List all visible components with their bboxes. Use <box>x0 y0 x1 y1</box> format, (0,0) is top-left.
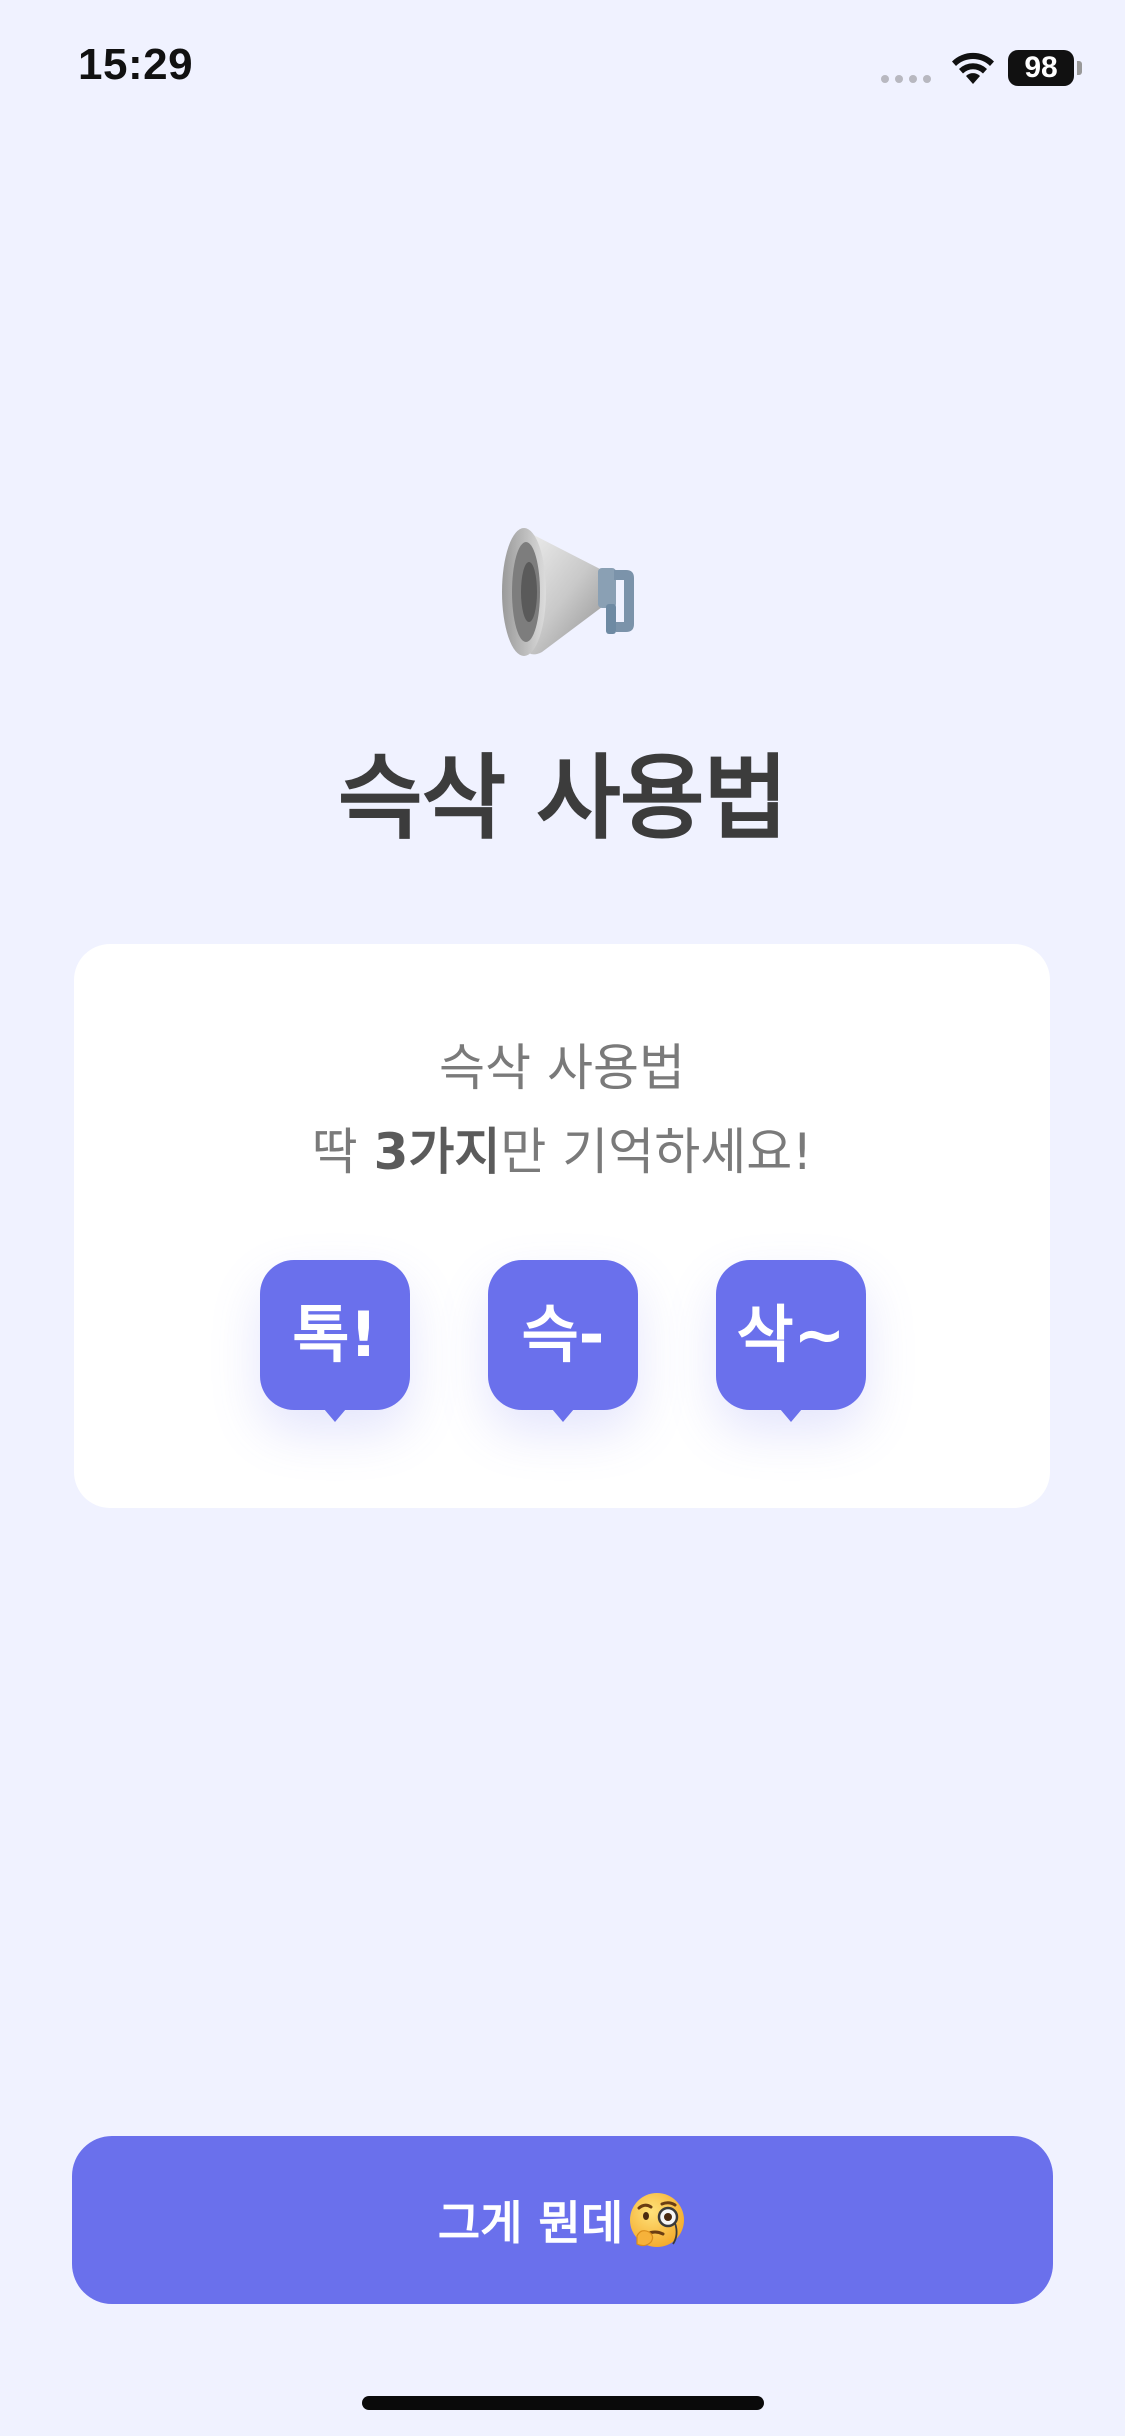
wifi-icon <box>952 52 994 84</box>
card-subheading-suffix: 만 기억하세요! <box>500 1123 813 1181</box>
face-with-monocle-icon <box>630 2193 685 2247</box>
speech-bubble-sak: 삭~ <box>716 1260 866 1422</box>
status-time: 15:29 <box>78 40 194 89</box>
card-subheading-emphasis: 3가지 <box>373 1123 501 1181</box>
card-subheading-prefix: 딱 <box>311 1123 374 1181</box>
whats-that-button-label: 그게 뭔데 <box>437 2196 624 2250</box>
cellular-signal-icon <box>881 75 931 83</box>
instructions-card: 슥삭 사용법 딱 3가지만 기억하세요! 톡! 슥- 삭~ <box>74 944 1050 1508</box>
page-title: 슥삭 사용법 <box>337 745 788 852</box>
whats-that-button[interactable]: 그게 뭔데 <box>72 2136 1053 2304</box>
megaphone-icon <box>502 528 634 656</box>
card-heading: 슥삭 사용법 <box>439 1039 685 1097</box>
card-subheading: 딱 3가지만 기억하세요! <box>74 1112 1050 1184</box>
home-indicator[interactable] <box>362 2396 764 2410</box>
battery-indicator: 98 <box>1008 50 1074 86</box>
status-bar: 15:29 98 <box>0 0 1125 140</box>
battery-cap <box>1077 61 1082 75</box>
speech-bubble-seuk: 슥- <box>488 1260 638 1422</box>
speech-bubble-tok: 톡! <box>260 1260 410 1422</box>
